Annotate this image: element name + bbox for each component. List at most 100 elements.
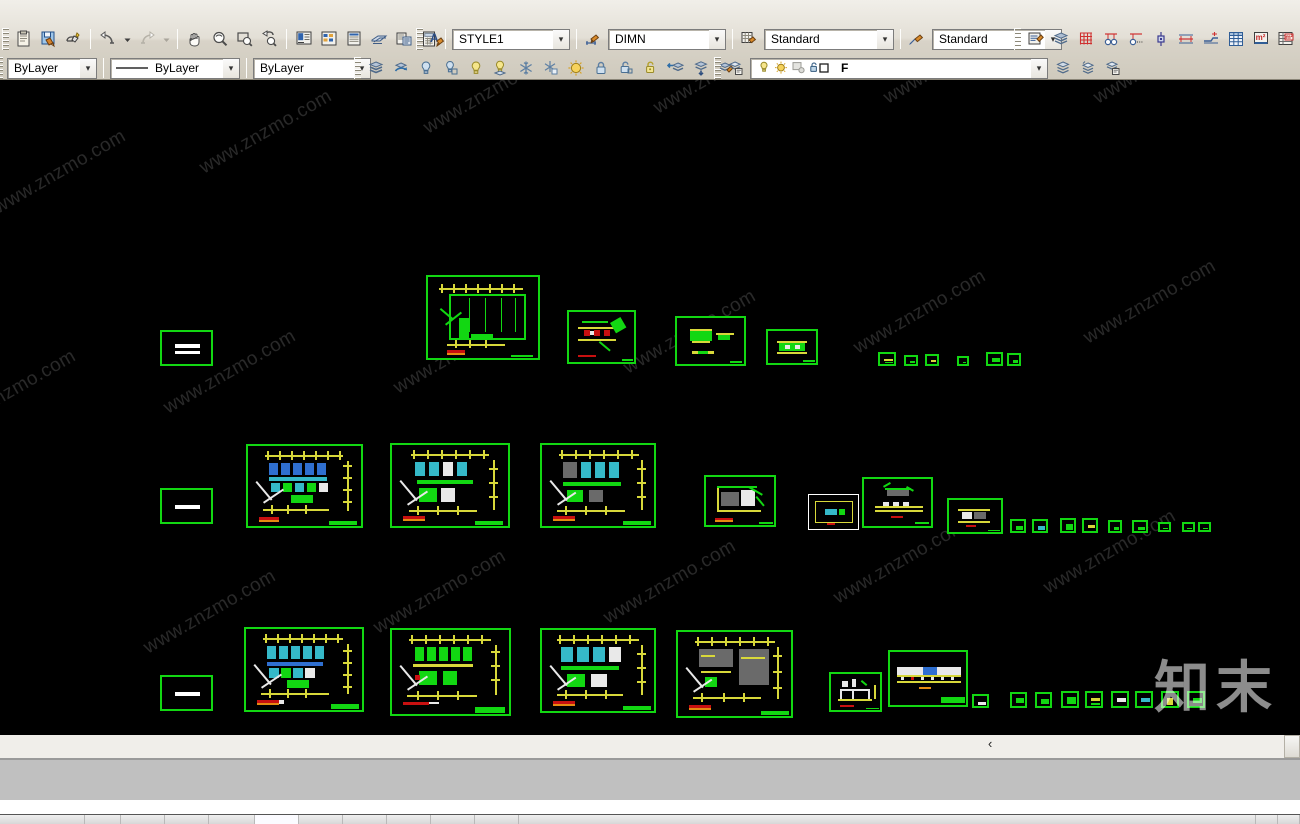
axis-label-icon[interactable]	[1124, 28, 1147, 51]
plot-icon[interactable]	[367, 28, 390, 51]
drawing-plan-roof[interactable]	[426, 275, 540, 360]
chevron-down-icon[interactable]: ▾	[1031, 58, 1047, 78]
detail-chip[interactable]	[1161, 691, 1179, 708]
drawing-detail-1[interactable]	[947, 498, 1003, 534]
drawing-floorplan-2[interactable]	[390, 443, 510, 528]
drawing-section-small[interactable]	[829, 672, 882, 712]
detail-chip[interactable]	[1082, 518, 1098, 533]
area-m2-icon[interactable]: m²	[1249, 28, 1272, 51]
layer-isolate-icon[interactable]	[439, 57, 462, 80]
status-bar[interactable]	[0, 814, 1300, 824]
drawing-elevation[interactable]	[862, 477, 933, 528]
drawing-canvas[interactable]: www.znzmo.com www.znzmo.com www.znzmo.co…	[0, 80, 1300, 734]
layer-previous-2-icon[interactable]	[1051, 57, 1074, 80]
chevron-down-icon[interactable]: ▾	[709, 29, 725, 49]
layer-unlock-icon[interactable]	[614, 57, 637, 80]
paste-icon[interactable]	[12, 28, 35, 51]
layers-stack-icon[interactable]	[1049, 28, 1072, 51]
title-block[interactable]	[160, 488, 213, 524]
detail-chip[interactable]	[957, 356, 969, 366]
drawing-elevation-long[interactable]	[888, 650, 968, 707]
status-cell-osnap[interactable]	[255, 815, 299, 824]
detail-chip[interactable]	[1035, 692, 1052, 708]
drawing-struct-4[interactable]	[676, 630, 793, 718]
table-style-icon[interactable]	[738, 28, 761, 51]
chevron-down-icon[interactable]: ▾	[80, 58, 96, 78]
detail-chip[interactable]	[1158, 522, 1171, 532]
detail-chip[interactable]	[1061, 691, 1079, 708]
detail-chip[interactable]	[904, 355, 918, 366]
layer-on-icon[interactable]	[464, 57, 487, 80]
toolbar-grip[interactable]	[1014, 28, 1021, 50]
detail-chip[interactable]	[1007, 353, 1021, 366]
layer-state-icon[interactable]	[724, 57, 747, 80]
command-scrollbar[interactable]	[1284, 735, 1300, 758]
save-block-icon[interactable]	[37, 28, 60, 51]
dim-style-combo[interactable]: DIMN ▾	[608, 28, 726, 50]
detail-chip[interactable]	[1187, 691, 1205, 708]
command-window[interactable]	[0, 734, 1300, 758]
status-cell-tray[interactable]	[519, 815, 1256, 824]
detail-chip[interactable]	[1182, 522, 1195, 532]
detail-chip[interactable]	[1108, 520, 1122, 533]
status-cell-otrack[interactable]	[299, 815, 343, 824]
layer-match-icon[interactable]	[639, 57, 662, 80]
detail-chip[interactable]	[1010, 692, 1027, 708]
status-cell-model[interactable]	[475, 815, 519, 824]
layer-lock-icon[interactable]	[589, 57, 612, 80]
drawing-struct-3[interactable]	[540, 628, 656, 713]
detail-chip[interactable]	[986, 352, 1003, 366]
zoom-window-icon[interactable]	[233, 28, 256, 51]
layer-merge-icon[interactable]	[664, 57, 687, 80]
drawing-plan-small-2[interactable]	[675, 316, 746, 366]
status-cell-grid[interactable]	[121, 815, 165, 824]
detail-chip[interactable]	[1010, 519, 1026, 533]
zoom-realtime-icon[interactable]	[208, 28, 231, 51]
detail-chip[interactable]	[1111, 691, 1129, 708]
match-properties-icon[interactable]	[62, 28, 85, 51]
detail-chip[interactable]	[1060, 518, 1076, 533]
text-style-combo[interactable]: STYLE1 ▾	[452, 28, 570, 50]
status-cell-dyn[interactable]	[387, 815, 431, 824]
dim-style-icon[interactable]	[582, 28, 605, 51]
drawing-struct-1[interactable]	[244, 627, 364, 712]
undo-dropdown-icon[interactable]	[121, 28, 133, 51]
status-cell-polar[interactable]	[209, 815, 255, 824]
layer-off-icon[interactable]	[414, 57, 437, 80]
toolbar-grip[interactable]	[416, 28, 423, 50]
object-color-combo[interactable]: ByLayer ▾	[7, 57, 97, 79]
status-cell-snap[interactable]	[85, 815, 121, 824]
command-scroll-left-icon[interactable]: ‹	[988, 737, 992, 750]
sheetset-icon[interactable]	[392, 28, 415, 51]
current-layer-combo[interactable]: F ▾	[750, 57, 1048, 79]
designcenter-icon[interactable]	[317, 28, 340, 51]
chevron-down-icon[interactable]: ▾	[553, 29, 569, 49]
status-cell-coords[interactable]	[0, 815, 85, 824]
zoom-previous-icon[interactable]	[258, 28, 281, 51]
layer-delete-icon[interactable]	[689, 57, 712, 80]
toolbar-grip[interactable]	[714, 57, 721, 79]
status-cell-lwt[interactable]	[431, 815, 475, 824]
pan-hand-icon[interactable]	[183, 28, 206, 51]
status-cell-ducs[interactable]	[343, 815, 387, 824]
drawing-struct-2[interactable]	[390, 628, 511, 716]
text-style-icon[interactable]: A	[426, 28, 449, 51]
grid-red-icon[interactable]	[1074, 28, 1097, 51]
mleader-style-icon[interactable]	[906, 28, 929, 51]
title-block[interactable]	[160, 330, 213, 366]
layer-freeze-icon[interactable]	[514, 57, 537, 80]
chevron-down-icon[interactable]: ▾	[223, 58, 239, 78]
layer-thaw-icon[interactable]	[539, 57, 562, 80]
detail-chip[interactable]	[1198, 522, 1211, 532]
elevation-dim-icon[interactable]	[1199, 28, 1222, 51]
status-cell-maximize[interactable]	[1256, 815, 1278, 824]
table-style-combo[interactable]: Standard ▾	[764, 28, 894, 50]
linear-dim-icon[interactable]	[1174, 28, 1197, 51]
drawing-plan-small-1[interactable]	[567, 310, 636, 364]
drawing-site-plan[interactable]	[704, 475, 776, 527]
status-cell-clean-screen[interactable]	[1278, 815, 1300, 824]
detail-chip[interactable]	[1085, 691, 1103, 708]
redo-icon[interactable]	[135, 28, 158, 51]
layer-current-icon[interactable]	[564, 57, 587, 80]
area-table-icon[interactable]: m²	[1274, 28, 1297, 51]
